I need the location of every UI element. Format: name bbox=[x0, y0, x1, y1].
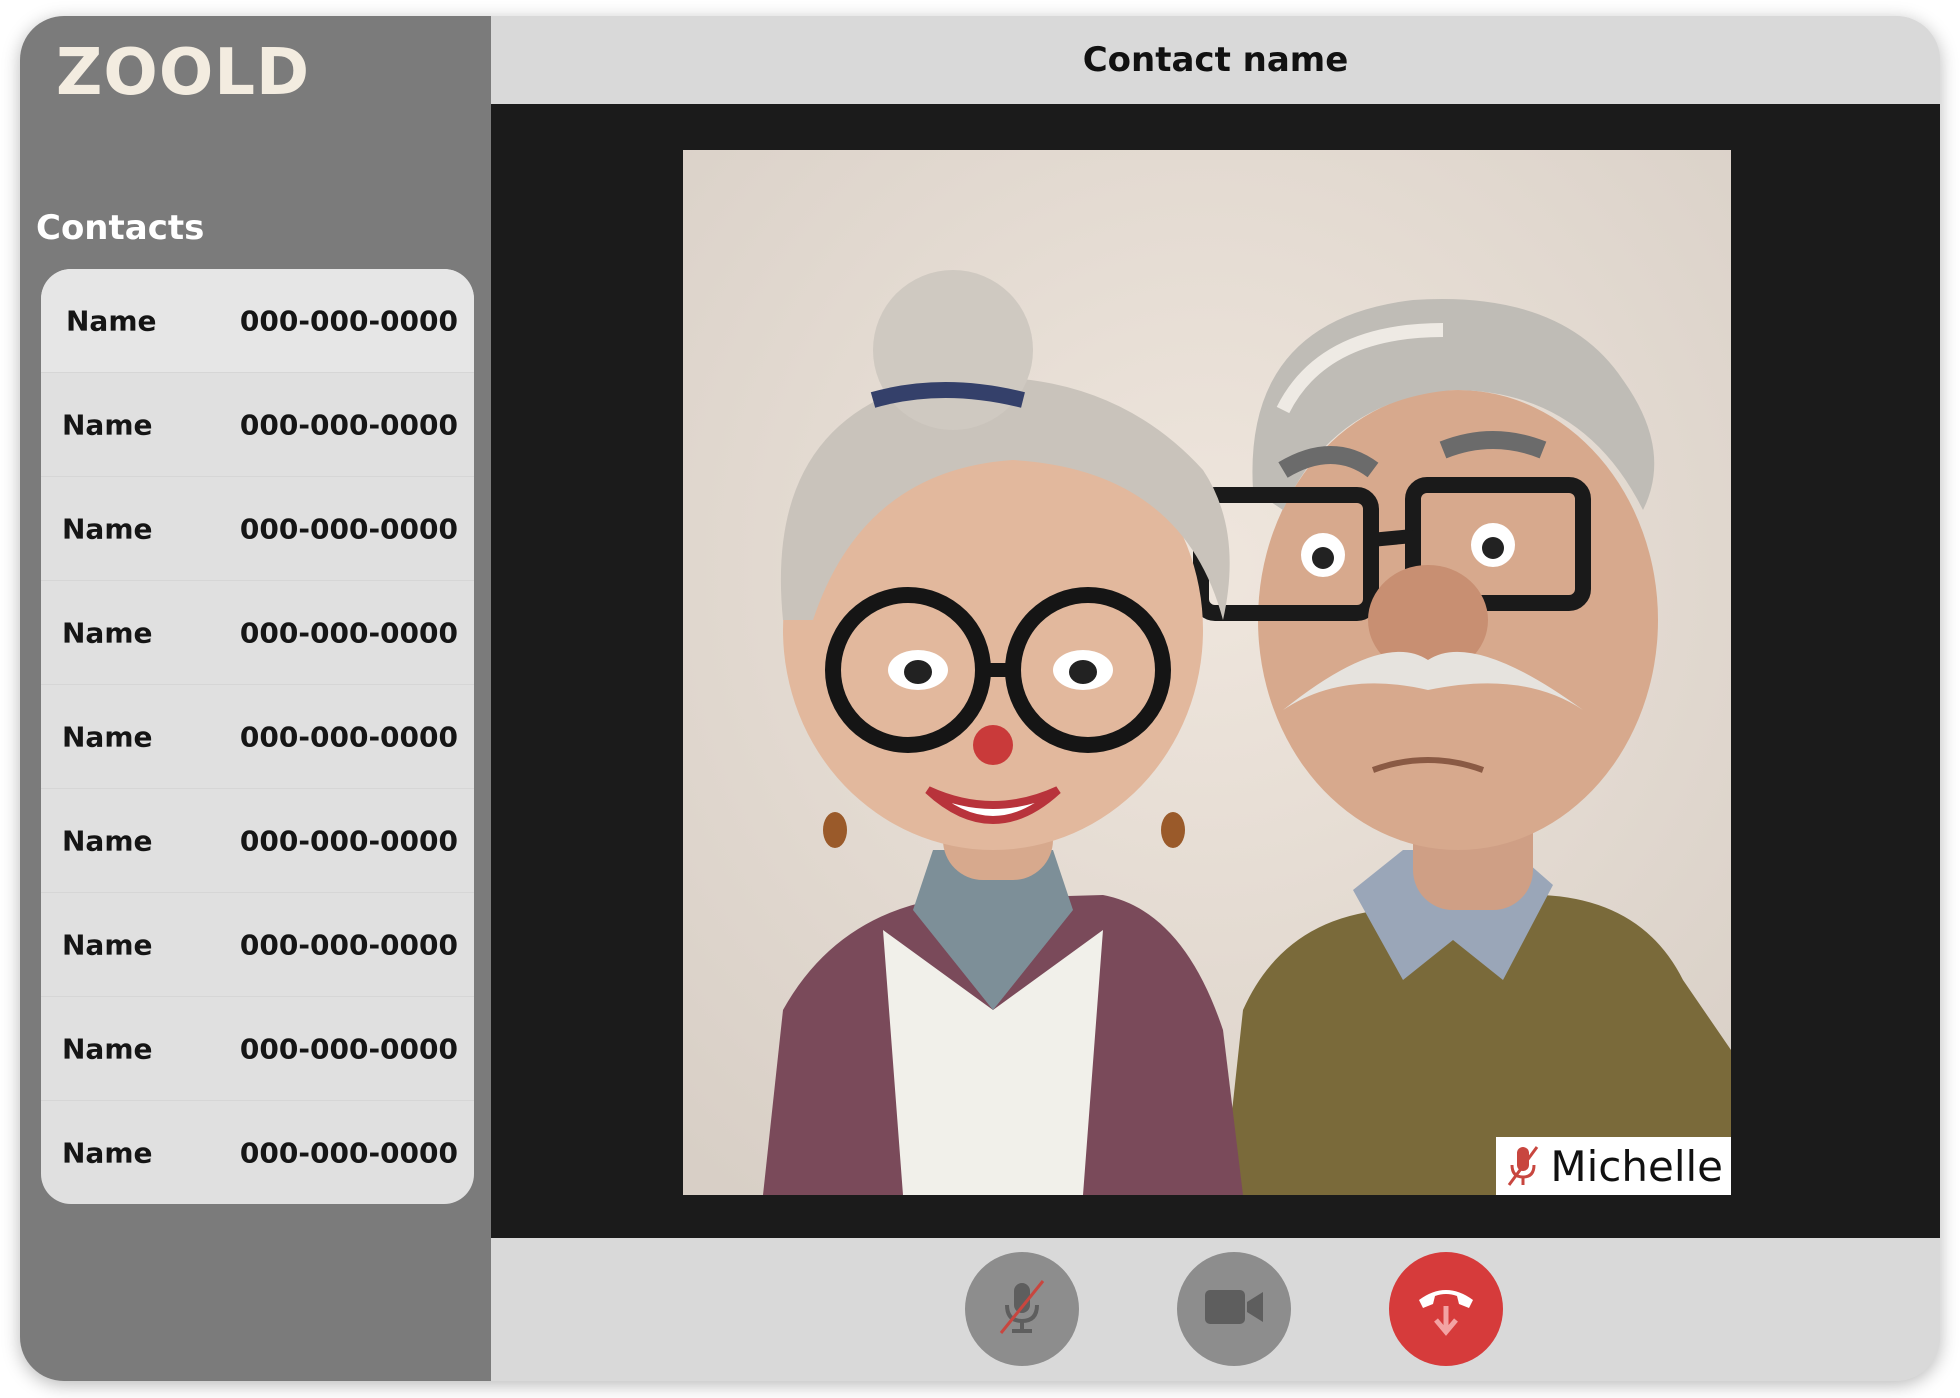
mute-button[interactable] bbox=[965, 1252, 1079, 1366]
contact-phone: 000-000-0000 bbox=[239, 1136, 458, 1170]
contact-list: Name 000-000-0000 Name 000-000-0000 Name… bbox=[41, 269, 474, 1204]
participant-video: Michelle bbox=[683, 150, 1731, 1195]
call-controls bbox=[491, 1238, 1940, 1381]
mic-off-icon bbox=[999, 1279, 1045, 1340]
contact-phone: 000-000-0000 bbox=[239, 824, 458, 857]
contact-phone: 000-000-0000 bbox=[239, 1032, 458, 1065]
contact-item[interactable]: Name 000-000-0000 bbox=[41, 789, 474, 893]
contacts-heading: Contacts bbox=[36, 208, 205, 248]
app-window: ZOOLD Contacts Name 000-000-0000 Name 00… bbox=[20, 16, 1940, 1381]
contact-phone: 000-000-0000 bbox=[239, 408, 458, 441]
contact-name: Name bbox=[62, 720, 153, 753]
contact-item[interactable]: Name 000-000-0000 bbox=[41, 685, 474, 789]
contact-item[interactable]: Name 000-000-0000 bbox=[41, 269, 474, 373]
participant-name: Michelle bbox=[1550, 1141, 1723, 1191]
contact-name: Name bbox=[62, 1032, 153, 1065]
contact-phone: 000-000-0000 bbox=[239, 928, 458, 961]
call-header: Contact name bbox=[491, 16, 1940, 104]
contact-name: Name bbox=[62, 928, 153, 961]
contact-item[interactable]: Name 000-000-0000 bbox=[41, 1101, 474, 1204]
call-panel: Contact name Michelle bbox=[491, 16, 1940, 1381]
sidebar: ZOOLD Contacts Name 000-000-0000 Name 00… bbox=[20, 16, 491, 1381]
app-logo: ZOOLD bbox=[56, 36, 311, 110]
contact-name: Name bbox=[62, 408, 153, 441]
contact-item[interactable]: Name 000-000-0000 bbox=[41, 997, 474, 1101]
end-call-button[interactable] bbox=[1389, 1252, 1503, 1366]
contact-title: Contact name bbox=[1082, 40, 1349, 80]
end-call-icon bbox=[1415, 1278, 1477, 1341]
contact-phone: 000-000-0000 bbox=[239, 616, 458, 649]
contact-item[interactable]: Name 000-000-0000 bbox=[41, 477, 474, 581]
contact-name: Name bbox=[66, 304, 157, 337]
contact-phone: 000-000-0000 bbox=[239, 304, 458, 337]
contact-phone: 000-000-0000 bbox=[239, 512, 458, 545]
participant-name-tag: Michelle bbox=[1496, 1137, 1731, 1195]
mic-muted-icon bbox=[1506, 1145, 1540, 1187]
camera-button[interactable] bbox=[1177, 1252, 1291, 1366]
contact-phone: 000-000-0000 bbox=[239, 720, 458, 753]
contact-item[interactable]: Name 000-000-0000 bbox=[41, 373, 474, 477]
contact-name: Name bbox=[62, 616, 153, 649]
video-camera-icon bbox=[1203, 1287, 1265, 1332]
participant-illustration bbox=[683, 150, 1731, 1195]
contact-name: Name bbox=[62, 824, 153, 857]
contact-item[interactable]: Name 000-000-0000 bbox=[41, 893, 474, 997]
contact-item[interactable]: Name 000-000-0000 bbox=[41, 581, 474, 685]
video-area: Michelle bbox=[491, 104, 1940, 1238]
contact-name: Name bbox=[62, 1136, 153, 1170]
contact-name: Name bbox=[62, 512, 153, 545]
